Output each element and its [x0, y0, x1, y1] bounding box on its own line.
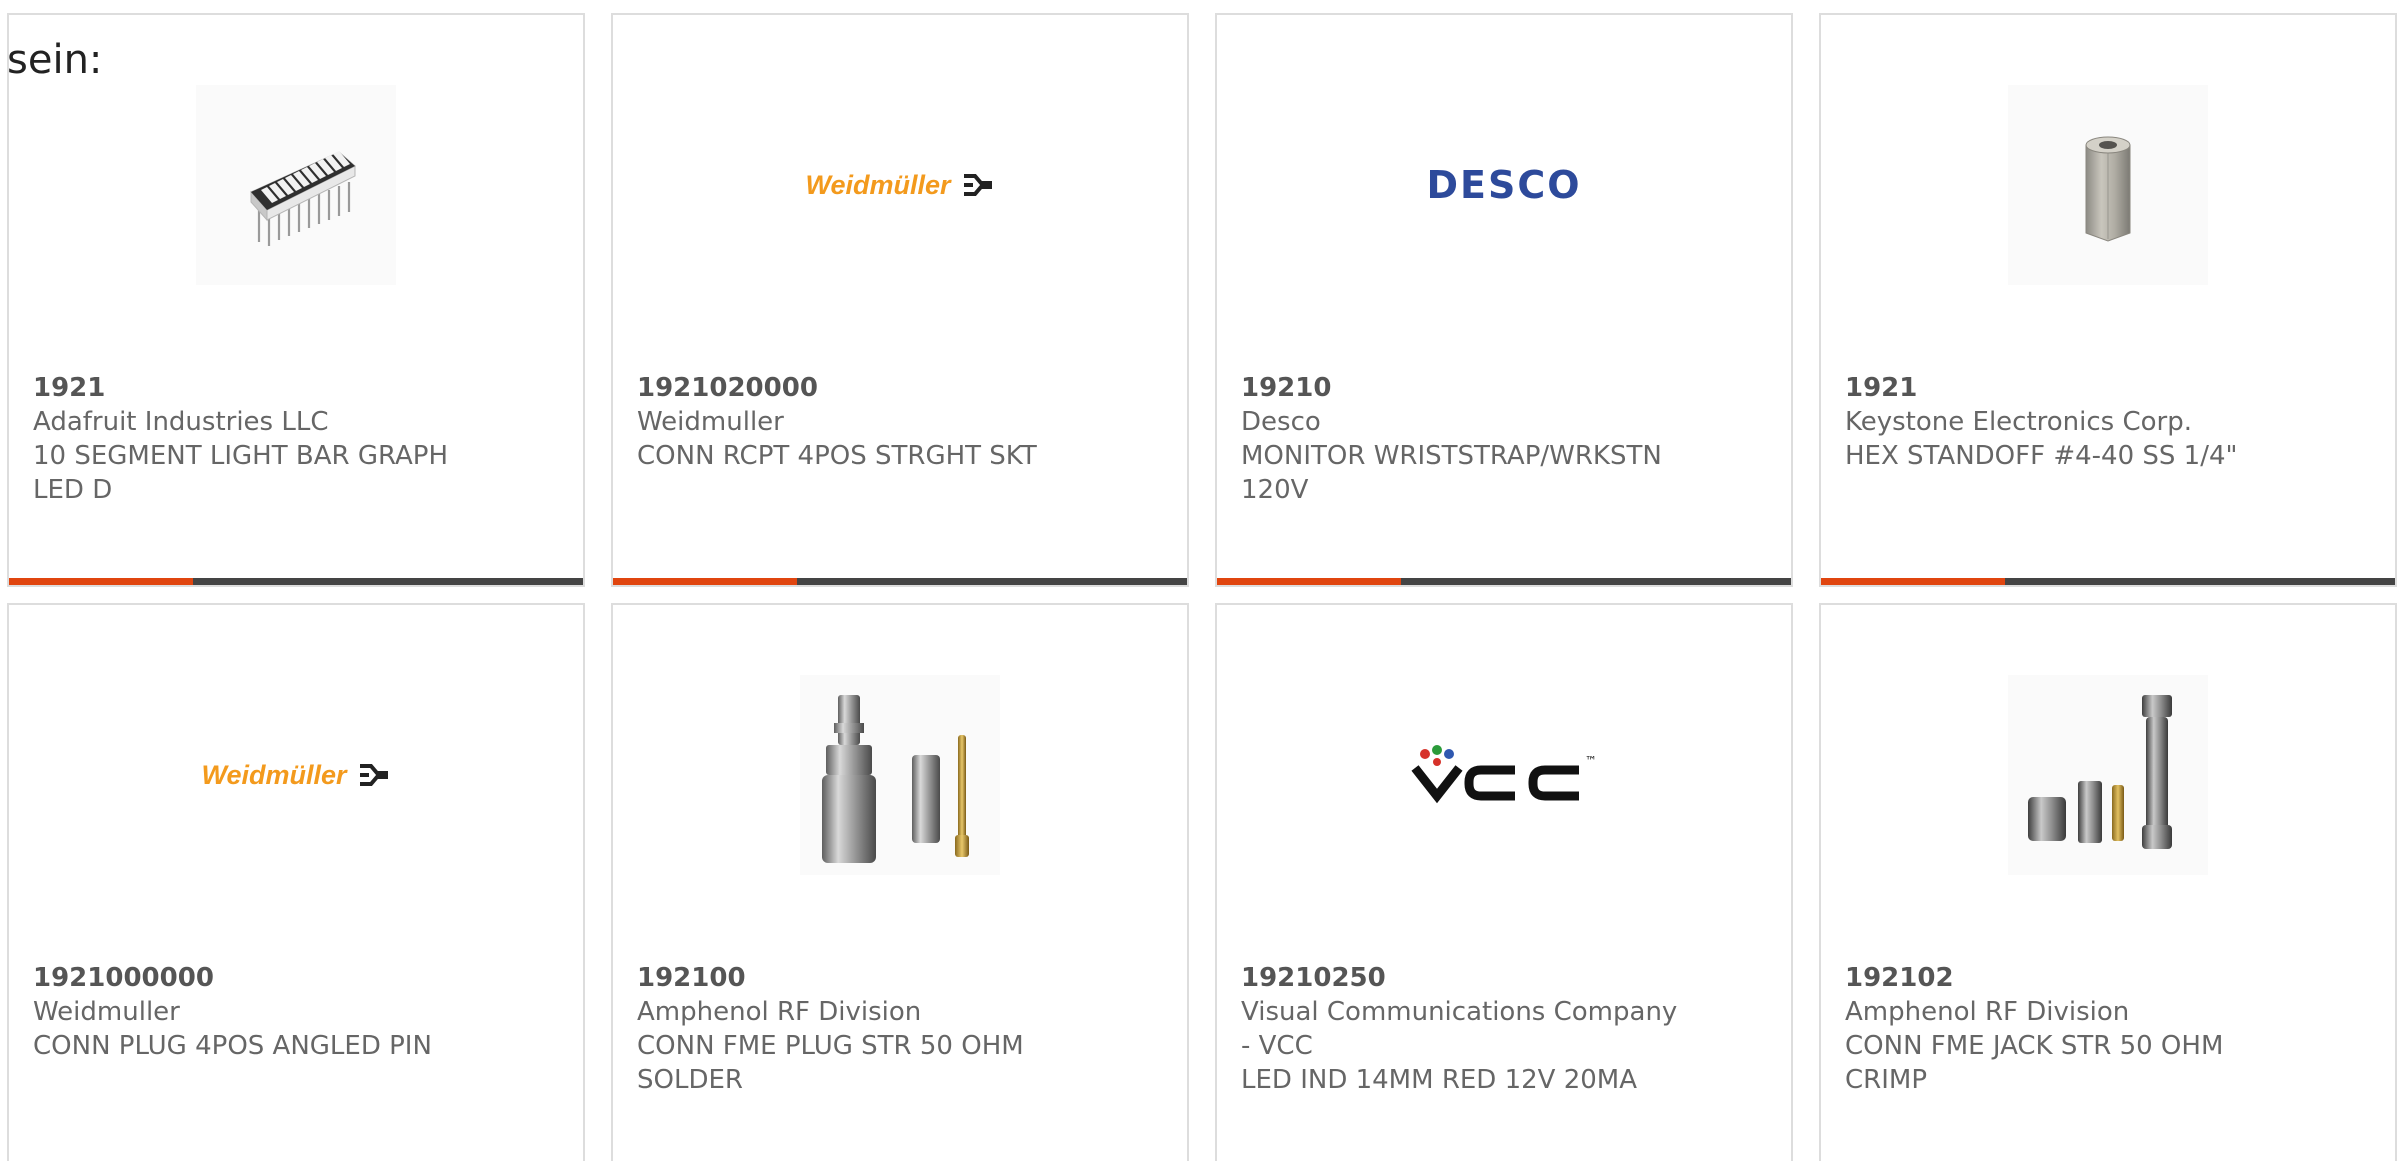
manufacturer-name: Visual Communications Company - VCC: [1241, 997, 1678, 1061]
part-number[interactable]: 1921020000: [637, 371, 1147, 405]
manufacturer-name: Weidmuller: [33, 997, 180, 1027]
desco-logo: DESCO: [1426, 163, 1582, 207]
product-card[interactable]: Weidmüller 1921000000 Weidmuller CONN PL…: [7, 603, 585, 1161]
section-heading: sein:: [7, 37, 103, 83]
product-card[interactable]: ™ 19210250 Visual Communications Company…: [1215, 603, 1793, 1161]
manufacturer-name: Adafruit Industries LLC: [33, 407, 329, 437]
product-grid-page: sein: 1921 Adafruit Industries LLC 10 SE…: [0, 0, 2400, 1161]
hex-standoff-icon: [2008, 85, 2208, 285]
product-description: CONN FME PLUG STR 50 OHM SOLDER: [637, 1031, 1024, 1095]
product-card[interactable]: 192102 Amphenol RF Division CONN FME JAC…: [1819, 603, 2397, 1161]
product-card[interactable]: DESCO 19210 Desco MONITOR WRISTSTRAP/WRK…: [1215, 13, 1793, 587]
product-description: CONN RCPT 4POS STRGHT SKT: [637, 441, 1037, 471]
progress-bar-fill: [1217, 578, 1401, 585]
manufacturer-name: Amphenol RF Division: [1845, 997, 2130, 1027]
progress-bar-fill: [9, 578, 193, 585]
product-card[interactable]: 1921 Adafruit Industries LLC 10 SEGMENT …: [7, 13, 585, 587]
product-description: HEX STANDOFF #4-40 SS 1/4": [1845, 441, 2238, 471]
vcc-logo: ™: [1374, 675, 1634, 875]
product-card[interactable]: 1921 Keystone Electronics Corp. HEX STAN…: [1819, 13, 2397, 587]
product-card[interactable]: Weidmüller 1921020000 Weidmuller CONN RC…: [611, 13, 1189, 587]
led-bar-graph-icon: [196, 85, 396, 285]
product-description: MONITOR WRISTSTRAP/WRKSTN 120V: [1241, 441, 1662, 505]
product-description: CONN PLUG 4POS ANGLED PIN: [33, 1031, 432, 1061]
manufacturer-name: Desco: [1241, 407, 1321, 437]
weidmuller-logo: Weidmüller: [770, 85, 1030, 285]
product-card[interactable]: 192100 Amphenol RF Division CONN FME PLU…: [611, 603, 1189, 1161]
part-number[interactable]: 19210250: [1241, 961, 1751, 995]
part-number[interactable]: 1921000000: [33, 961, 543, 995]
progress-bar: [9, 578, 583, 585]
progress-bar: [1821, 578, 2395, 585]
progress-bar-fill: [613, 578, 797, 585]
part-number[interactable]: 1921: [1845, 371, 2355, 405]
progress-bar-fill: [1821, 578, 2005, 585]
fme-jack-connector-icon: [2008, 675, 2208, 875]
progress-bar: [613, 578, 1187, 585]
product-description: 10 SEGMENT LIGHT BAR GRAPH LED D: [33, 441, 449, 505]
manufacturer-name: Amphenol RF Division: [637, 997, 922, 1027]
part-number[interactable]: 1921: [33, 371, 543, 405]
part-number[interactable]: 192100: [637, 961, 1147, 995]
product-description: CONN FME JACK STR 50 OHM CRIMP: [1845, 1031, 2224, 1095]
product-description: LED IND 14MM RED 12V 20MA: [1241, 1065, 1638, 1095]
part-number[interactable]: 192102: [1845, 961, 2355, 995]
manufacturer-name: Keystone Electronics Corp.: [1845, 407, 2193, 437]
manufacturer-name: Weidmuller: [637, 407, 784, 437]
part-number[interactable]: 19210: [1241, 371, 1751, 405]
fme-plug-connector-icon: [800, 675, 1000, 875]
progress-bar: [1217, 578, 1791, 585]
weidmuller-logo: Weidmüller: [166, 675, 426, 875]
